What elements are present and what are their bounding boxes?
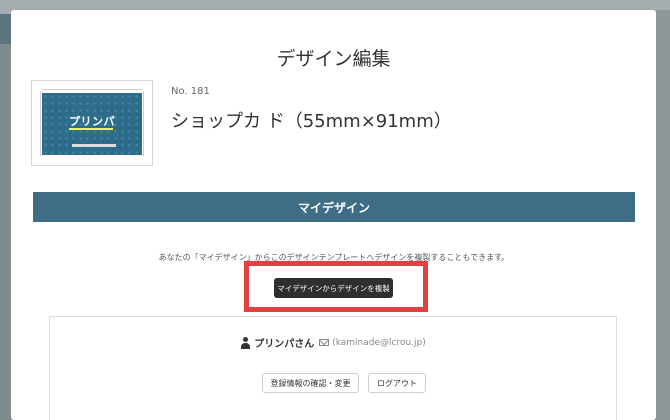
logout-button[interactable]: ログアウト — [368, 373, 426, 393]
my-design-section-header: マイデザイン — [33, 192, 635, 222]
account-panel: プリンパさん (kaminade@lcrou.jp) 登録情報の確認・変更 ログ… — [49, 316, 617, 420]
crop-mark — [40, 91, 41, 156]
thumbnail-bar — [72, 144, 116, 147]
modal-title: デザイン編集 — [276, 48, 391, 70]
user-info: プリンパさん (kaminade@lcrou.jp) — [50, 335, 616, 350]
mail-icon — [319, 339, 330, 346]
section-title: マイデザイン — [297, 200, 370, 215]
product-name: ショップカ ド（55mm×91mm） — [171, 111, 452, 132]
design-edit-modal: デザイン編集 プリンパ No. 181 ショップカ ド（55mm×91mm） マ… — [11, 10, 656, 420]
thumbnail-logo-underline — [69, 128, 113, 130]
product-thumbnail: プリンパ — [31, 80, 153, 166]
copy-from-my-design-button[interactable]: マイデザインからデザインを複製 — [274, 278, 393, 298]
crop-mark — [42, 89, 142, 90]
crop-mark — [143, 91, 144, 156]
user-name: プリンパさん — [254, 339, 315, 350]
card-preview: プリンパ — [42, 93, 142, 155]
user-email: (kaminade@lcrou.jp) — [332, 337, 426, 348]
page-scrollbar[interactable] — [656, 10, 670, 420]
account-settings-button[interactable]: 登録情報の確認・変更 — [262, 373, 359, 393]
user-icon — [240, 336, 251, 349]
thumbnail-logo: プリンパ — [69, 115, 115, 128]
product-number: No. 181 — [171, 86, 210, 97]
